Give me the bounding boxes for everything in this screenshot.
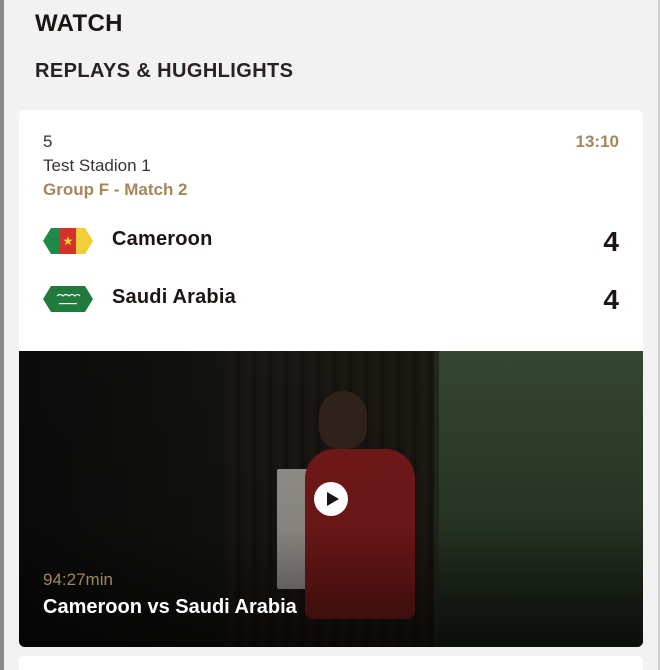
match-time: 13:10: [575, 132, 619, 151]
section-subtitle: REPLAYS & HUGHLIGHTS: [35, 60, 294, 82]
team-name-away: Saudi Arabia: [112, 286, 236, 308]
section-title: WATCH: [35, 10, 123, 37]
saudi-arabia-flag-icon: [43, 286, 93, 312]
play-button[interactable]: [314, 482, 348, 516]
team-score-away: 4: [603, 284, 619, 315]
team-row-away: Saudi Arabia 4: [43, 284, 619, 320]
match-group: Group F - Match 2: [43, 180, 188, 199]
match-card[interactable]: 5 Test Stadion 1 Group F - Match 2 13:10…: [19, 110, 643, 647]
play-icon: [326, 492, 339, 506]
match-stadium: Test Stadion 1: [43, 156, 151, 175]
video-duration: 94:27min: [43, 570, 113, 589]
team-score-home: 4: [603, 226, 619, 257]
left-edge-rule: [0, 0, 4, 670]
video-title: Cameroon vs Saudi Arabia: [43, 596, 297, 618]
cameroon-flag-icon: [43, 228, 93, 254]
team-name-home: Cameroon: [112, 228, 213, 250]
video-thumbnail[interactable]: 94:27min Cameroon vs Saudi Arabia: [19, 351, 643, 647]
next-card-edge: [19, 656, 643, 670]
match-number: 5: [43, 132, 53, 151]
team-row-home: Cameroon 4: [43, 226, 619, 262]
